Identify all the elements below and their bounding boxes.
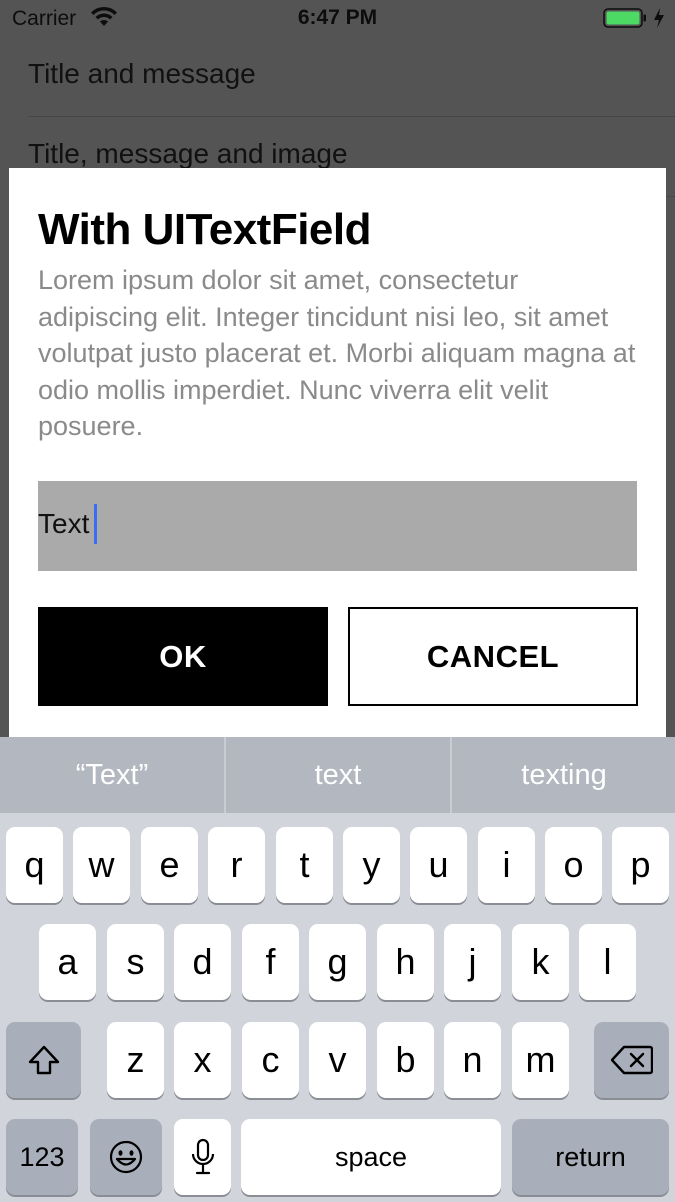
numbers-key[interactable]: 123 — [6, 1119, 78, 1195]
microphone-icon — [191, 1138, 214, 1175]
space-key[interactable]: space — [241, 1119, 501, 1195]
alert-message: Lorem ipsum dolor sit amet, consectetur … — [38, 265, 636, 441]
clock: 6:47 PM — [297, 6, 378, 29]
key-g[interactable]: g — [309, 924, 366, 1000]
key-m[interactable]: m — [512, 1022, 569, 1098]
keyboard: “Text” text texting q w e r t y u i o p … — [0, 737, 675, 1202]
text-field-value: Text — [38, 508, 90, 539]
key-t[interactable]: t — [276, 827, 333, 903]
suggestion-2[interactable]: text — [226, 737, 450, 813]
text-cursor — [94, 504, 97, 544]
status-bar: Carrier 6:47 PM — [0, 0, 675, 40]
shift-icon — [28, 1045, 59, 1075]
key-w[interactable]: w — [73, 827, 130, 903]
key-c[interactable]: c — [242, 1022, 299, 1098]
key-q[interactable]: q — [6, 827, 63, 903]
battery-icon — [603, 8, 646, 28]
ok-button[interactable]: OK — [38, 607, 328, 706]
suggestion-bar: “Text” text texting — [0, 737, 675, 813]
return-key[interactable]: return — [512, 1119, 669, 1195]
key-a[interactable]: a — [39, 924, 96, 1000]
key-j[interactable]: j — [444, 924, 501, 1000]
dictation-key[interactable] — [174, 1119, 231, 1195]
charging-bolt-icon — [654, 8, 664, 28]
alert-title: With UITextField — [38, 205, 372, 254]
key-i[interactable]: i — [478, 827, 535, 903]
key-x[interactable]: x — [174, 1022, 231, 1098]
key-o[interactable]: o — [545, 827, 602, 903]
key-n[interactable]: n — [444, 1022, 501, 1098]
suggestion-3[interactable]: texting — [452, 737, 675, 813]
key-v[interactable]: v — [309, 1022, 366, 1098]
key-u[interactable]: u — [410, 827, 467, 903]
list-item-label: Title and message — [28, 58, 256, 89]
key-r[interactable]: r — [208, 827, 265, 903]
key-k[interactable]: k — [512, 924, 569, 1000]
key-y[interactable]: y — [343, 827, 400, 903]
emoji-key[interactable] — [90, 1119, 162, 1195]
cancel-button[interactable]: CANCEL — [348, 607, 638, 706]
backspace-icon — [610, 1045, 653, 1075]
key-f[interactable]: f — [242, 924, 299, 1000]
suggestion-1[interactable]: “Text” — [0, 737, 224, 813]
key-d[interactable]: d — [174, 924, 231, 1000]
shift-key[interactable] — [6, 1022, 81, 1098]
key-b[interactable]: b — [377, 1022, 434, 1098]
key-s[interactable]: s — [107, 924, 164, 1000]
key-p[interactable]: p — [612, 827, 669, 903]
alert-text-field[interactable]: Text — [38, 481, 637, 571]
delete-key[interactable] — [594, 1022, 669, 1098]
key-l[interactable]: l — [579, 924, 636, 1000]
list-item-label: Title, message and image — [28, 138, 348, 169]
emoji-icon — [109, 1140, 143, 1174]
key-e[interactable]: e — [141, 827, 198, 903]
key-h[interactable]: h — [377, 924, 434, 1000]
key-z[interactable]: z — [107, 1022, 164, 1098]
alert-dialog: With UITextField Lorem ipsum dolor sit a… — [9, 168, 666, 737]
list-item[interactable]: Title and message — [28, 37, 675, 117]
